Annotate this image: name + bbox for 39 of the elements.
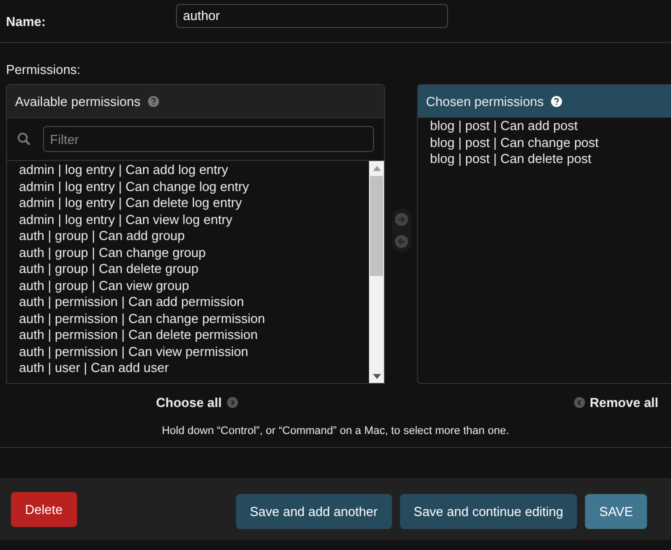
scroll-up-icon[interactable] <box>372 166 380 171</box>
delete-button[interactable]: Delete <box>11 492 77 526</box>
remove-all-link[interactable]: Remove all <box>574 395 658 410</box>
name-label: Name: <box>6 14 47 28</box>
permission-option[interactable]: auth | group | Can change group <box>19 244 369 261</box>
permission-option[interactable]: admin | log entry | Can delete log entry <box>19 195 369 212</box>
permission-option[interactable]: admin | log entry | Can view log entry <box>19 212 369 228</box>
search-icon <box>17 132 31 146</box>
available-title: Available permissions <box>15 94 140 108</box>
filter-input-field[interactable]: Filter <box>43 126 374 152</box>
permission-option[interactable]: auth | user | Can add user <box>19 360 369 376</box>
permission-option[interactable]: auth | group | Can add group <box>19 228 369 244</box>
permission-option[interactable]: admin | log entry | Can change log entry <box>19 178 369 195</box>
permission-option[interactable]: blog | post | Can delete post <box>430 151 671 168</box>
chosen-title: Chosen permissions <box>426 94 544 108</box>
permission-option[interactable]: admin | log entry | Can add log entry <box>19 162 369 178</box>
save-option-button[interactable]: Save and add another <box>236 494 392 529</box>
permission-option[interactable]: auth | permission | Can view permission <box>19 344 369 360</box>
help-icon <box>550 96 562 106</box>
permission-option[interactable]: auth | group | Can delete group <box>19 261 369 278</box>
choose-all-link[interactable]: Choose all <box>156 395 238 410</box>
scroll-down-icon[interactable] <box>372 374 380 379</box>
help-icon <box>148 96 158 106</box>
permission-option[interactable]: auth | permission | Can delete permission <box>19 327 369 344</box>
chevron-right-icon <box>226 397 238 408</box>
permission-option[interactable]: auth | permission | Can add permission <box>19 294 369 310</box>
arrow-right-icon[interactable] <box>394 213 408 226</box>
permission-option[interactable]: blog | post | Can change post <box>430 134 671 151</box>
permission-option[interactable]: auth | permission | Can change permission <box>19 310 369 327</box>
help-text: Hold down “Control”, or “Command” on a Mac, to select more than one. <box>160 425 510 437</box>
save-option-button[interactable]: Save and continue editing <box>400 494 578 529</box>
save-button[interactable]: SAVE <box>585 494 647 529</box>
scrollbar[interactable] <box>369 161 384 383</box>
permission-option[interactable]: auth | group | Can view group <box>19 278 369 294</box>
chevron-left-icon <box>574 397 585 408</box>
name-input-field[interactable]: author <box>176 4 448 28</box>
permissions-label: Permissions: <box>6 62 82 77</box>
arrow-left-icon[interactable] <box>394 235 408 248</box>
permission-option[interactable]: blog | post | Can add post <box>430 118 671 134</box>
